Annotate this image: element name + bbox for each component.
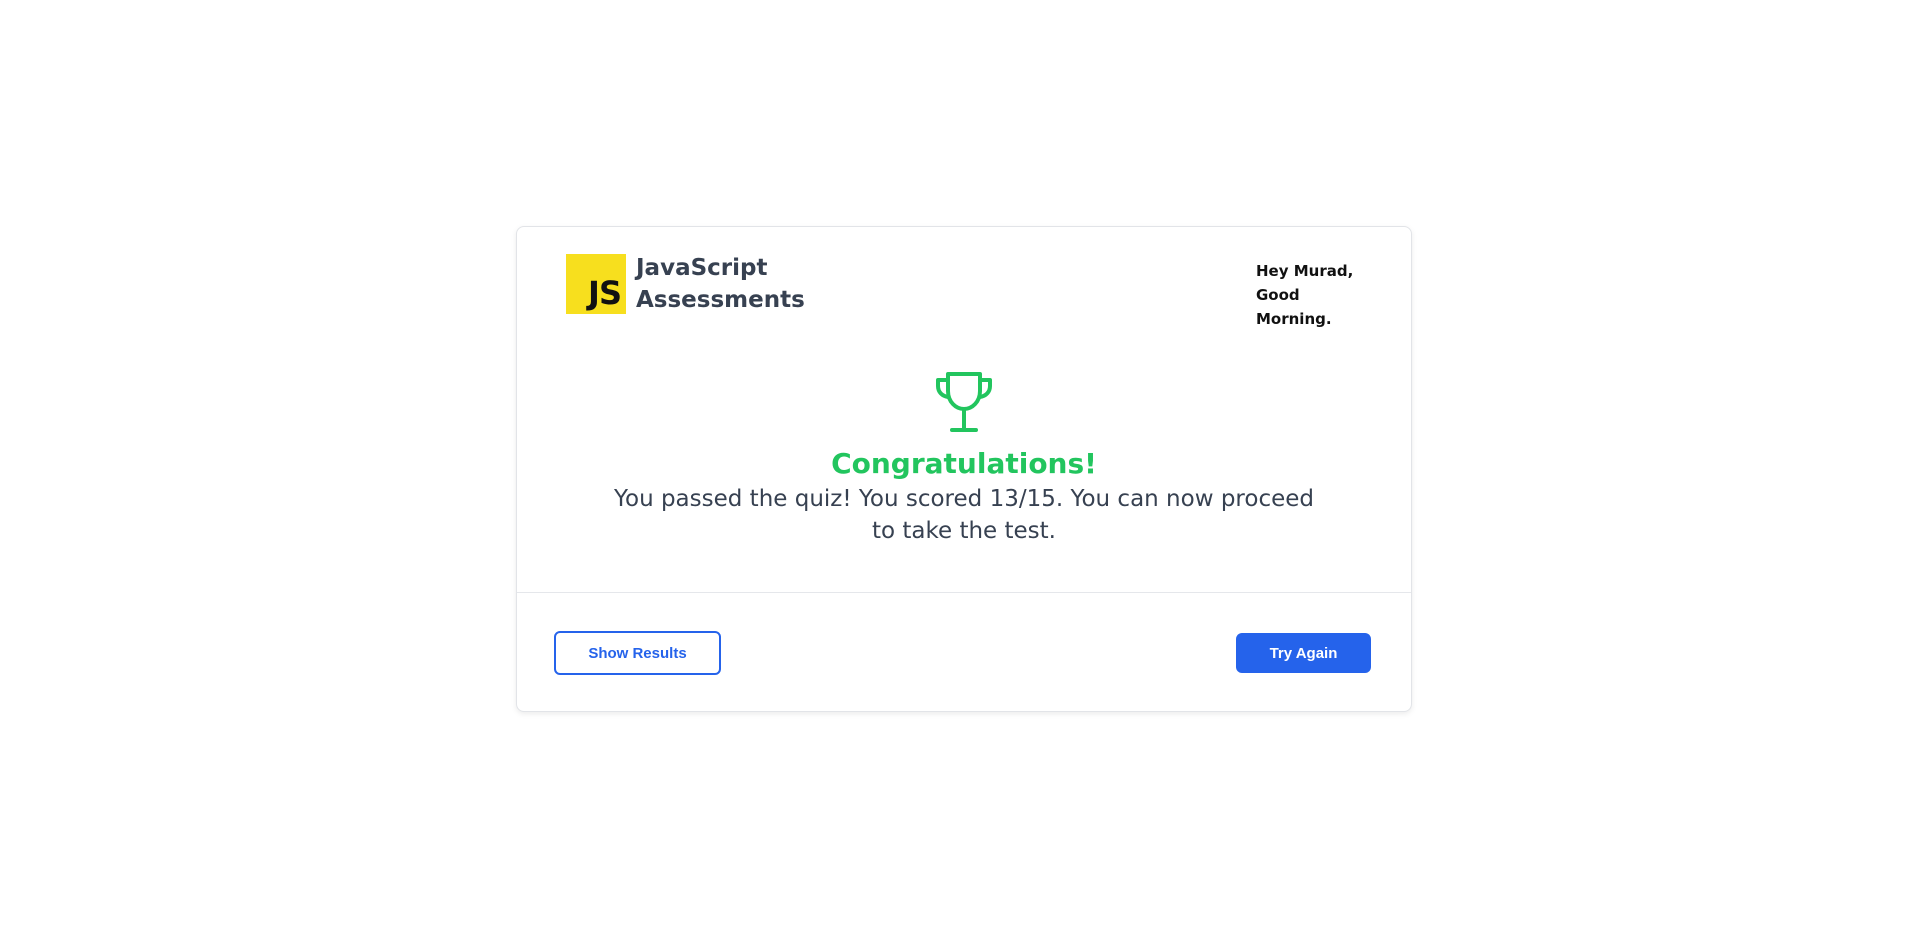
logo-text: JS [588, 274, 622, 312]
result-message: You passed the quiz! You scored 13/15. Y… [614, 486, 1314, 544]
quiz-result-card: JS JavaScript Assessments Hey Murad, Goo… [516, 226, 1412, 712]
show-results-button[interactable]: Show Results [554, 631, 721, 675]
greeting-time: Good Morning. [1256, 286, 1332, 328]
javascript-logo: JS [566, 254, 626, 314]
brand: JS JavaScript Assessments [566, 252, 806, 316]
result-body: Congratulations! You passed the quiz! Yo… [517, 369, 1411, 547]
card-header: JS JavaScript Assessments Hey Murad, Goo… [517, 227, 1411, 337]
try-again-button[interactable]: Try Again [1236, 633, 1371, 673]
user-greeting: Hey Murad, Good Morning. [1256, 259, 1371, 331]
trophy-icon [931, 369, 997, 435]
result-heading: Congratulations! [831, 447, 1097, 480]
app-title: JavaScript Assessments [636, 255, 805, 313]
divider [517, 592, 1411, 593]
greeting-name: Hey Murad, [1256, 262, 1354, 280]
